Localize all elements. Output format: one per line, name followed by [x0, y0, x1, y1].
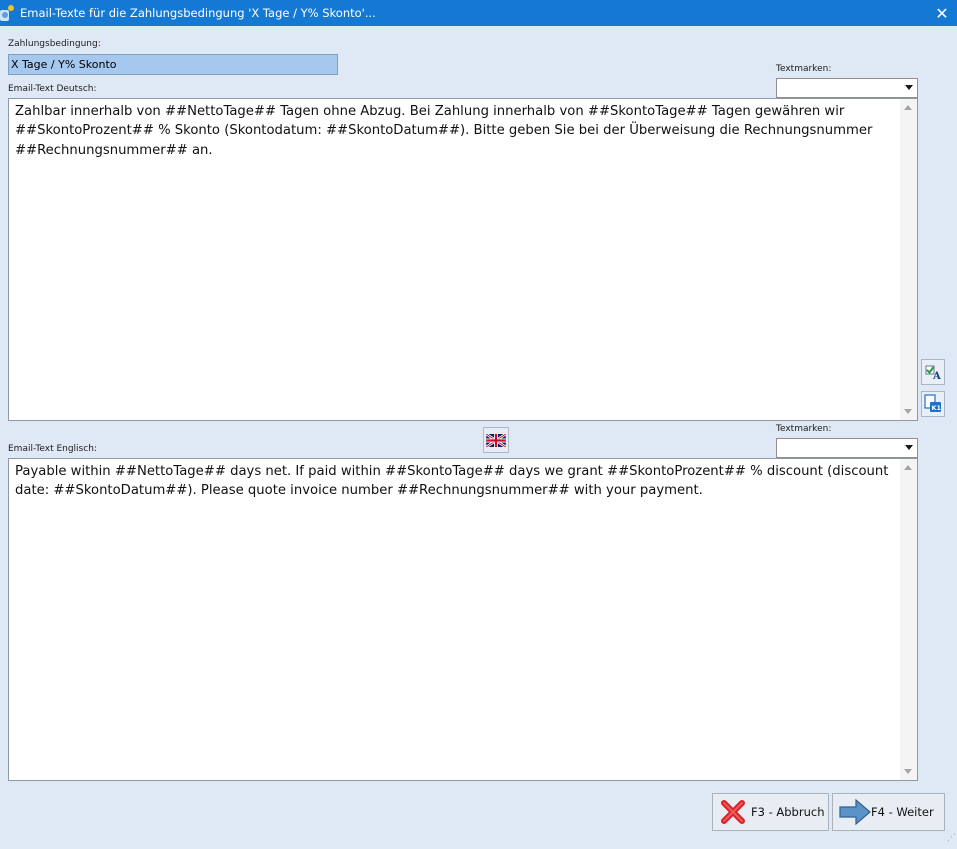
resize-grip-icon[interactable]: ⋰ [947, 833, 956, 843]
scrollbar-en[interactable] [900, 459, 917, 780]
scroll-up-icon[interactable] [904, 105, 912, 110]
zahlungsbedingung-input[interactable]: X Tage / Y% Skonto [8, 54, 338, 75]
chevron-down-icon [905, 445, 913, 450]
title-bar: Email-Texte für die Zahlungsbedingung 'X… [0, 0, 957, 26]
translate-button[interactable]: K1 [921, 391, 945, 417]
email-text-de-content: Zahlbar innerhalb von ##NettoTage## Tage… [15, 104, 873, 158]
uk-flag-icon [486, 433, 506, 447]
scroll-down-icon[interactable] [904, 409, 912, 414]
textmarken-de-dropdown[interactable] [776, 78, 918, 98]
scroll-up-icon[interactable] [904, 465, 912, 470]
scrollbar-de[interactable] [900, 99, 917, 420]
email-text-en-label: Email-Text Englisch: [8, 444, 97, 454]
textmarken-en-label: Textmarken: [776, 424, 832, 434]
svg-text:K1: K1 [932, 404, 942, 412]
next-button[interactable]: F4 - Weiter [832, 793, 945, 831]
textmarken-de-label: Textmarken: [776, 64, 832, 74]
svg-text:A: A [932, 371, 941, 381]
zahlungsbedingung-label: Zahlungsbedingung: [8, 39, 101, 49]
next-button-label: F4 - Weiter [871, 805, 934, 819]
email-text-de-label: Email-Text Deutsch: [8, 84, 97, 94]
arrow-right-icon [839, 798, 871, 826]
email-text-en-textarea[interactable]: Payable within ##NettoTage## days net. I… [8, 458, 918, 781]
window-title: Email-Texte für die Zahlungsbedingung 'X… [20, 6, 376, 20]
translate-icon: K1 [924, 394, 942, 412]
chevron-down-icon [905, 85, 913, 90]
email-text-de-textarea[interactable]: Zahlbar innerhalb von ##NettoTage## Tage… [8, 98, 918, 421]
close-button[interactable]: ✕ [927, 0, 957, 26]
textmarken-en-dropdown[interactable] [776, 438, 918, 458]
cancel-button-label: F3 - Abbruch [751, 805, 825, 819]
cancel-button[interactable]: F3 - Abbruch [712, 793, 829, 831]
spellcheck-button[interactable]: A [921, 359, 945, 385]
email-text-en-content: Payable within ##NettoTage## days net. I… [15, 464, 889, 499]
spellcheck-icon: A [925, 365, 941, 381]
red-x-icon [721, 800, 745, 824]
app-icon [0, 5, 14, 21]
scroll-down-icon[interactable] [904, 769, 912, 774]
language-flag-button[interactable] [483, 427, 509, 453]
